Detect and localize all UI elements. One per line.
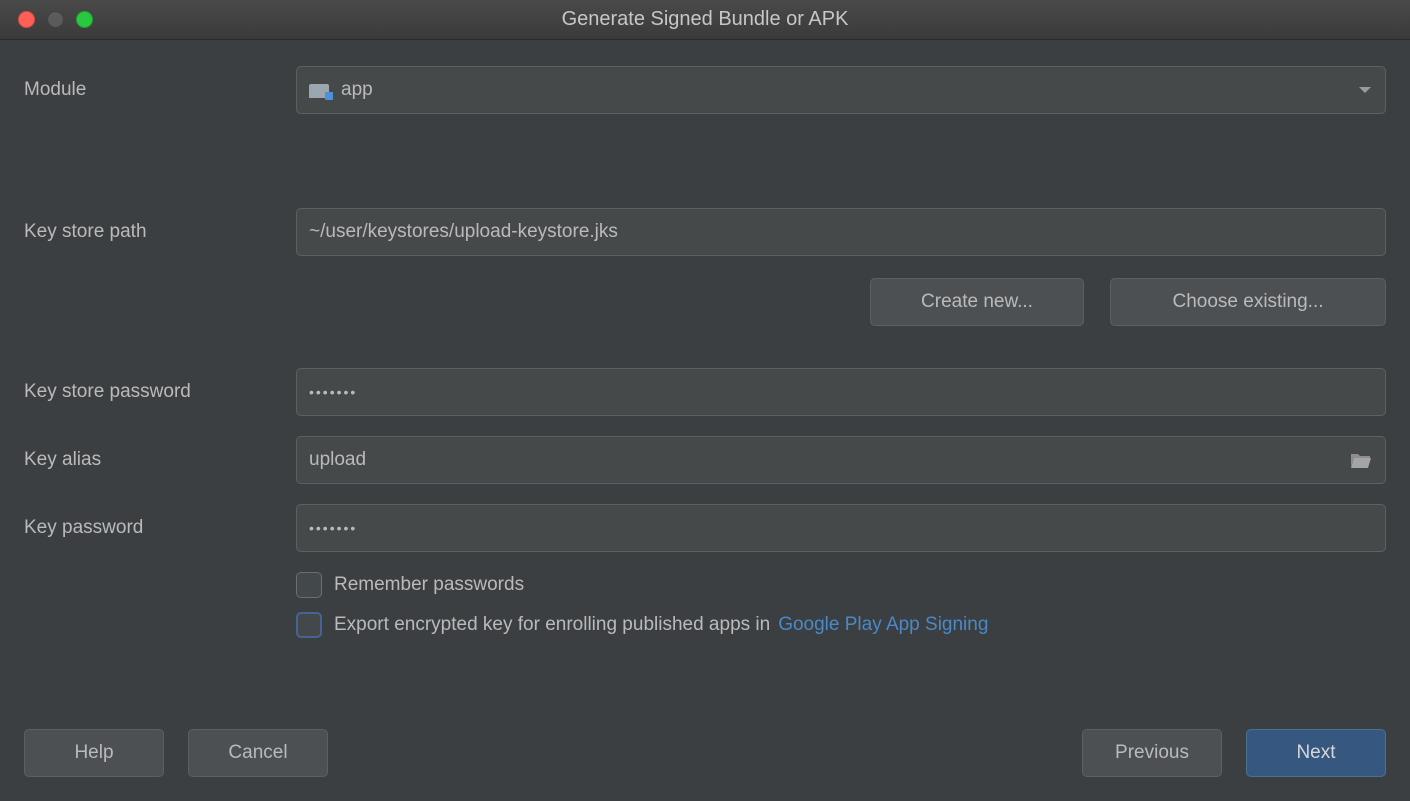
window-controls (18, 11, 93, 28)
key-alias-input[interactable]: upload (296, 436, 1386, 484)
chevron-down-icon (1359, 87, 1371, 93)
footer: Help Cancel Previous Next (24, 729, 1386, 777)
module-label: Module (24, 79, 296, 101)
cancel-label: Cancel (228, 742, 287, 764)
keystore-path-label: Key store path (24, 221, 296, 243)
cancel-button[interactable]: Cancel (188, 729, 328, 777)
previous-label: Previous (1115, 742, 1189, 764)
key-alias-label: Key alias (24, 449, 296, 471)
keystore-password-label: Key store password (24, 381, 296, 403)
module-row: Module app (24, 66, 1386, 114)
export-key-label: Export encrypted key for enrolling publi… (334, 614, 770, 636)
choose-existing-label: Choose existing... (1172, 291, 1323, 313)
google-play-link[interactable]: Google Play App Signing (778, 614, 988, 636)
previous-button[interactable]: Previous (1082, 729, 1222, 777)
close-window-button[interactable] (18, 11, 35, 28)
window-title: Generate Signed Bundle or APK (0, 8, 1410, 31)
key-password-label: Key password (24, 517, 296, 539)
remember-passwords-row: Remember passwords (296, 572, 1386, 598)
module-folder-icon (309, 82, 331, 98)
help-label: Help (74, 742, 113, 764)
module-value: app (341, 79, 373, 101)
export-key-row: Export encrypted key for enrolling publi… (296, 612, 1386, 638)
remember-passwords-label: Remember passwords (334, 574, 524, 596)
keystore-path-value: ~/user/keystores/upload-keystore.jks (309, 221, 618, 243)
key-password-row: Key password ••••••• (24, 504, 1386, 552)
keystore-path-row: Key store path ~/user/keystores/upload-k… (24, 208, 1386, 256)
key-password-value: ••••••• (309, 520, 357, 536)
remember-passwords-checkbox[interactable] (296, 572, 322, 598)
next-button[interactable]: Next (1246, 729, 1386, 777)
keystore-password-input[interactable]: ••••••• (296, 368, 1386, 416)
create-new-label: Create new... (921, 291, 1033, 313)
titlebar: Generate Signed Bundle or APK (0, 0, 1410, 40)
minimize-window-button[interactable] (47, 11, 64, 28)
open-folder-icon[interactable] (1350, 451, 1372, 469)
create-new-button[interactable]: Create new... (870, 278, 1084, 326)
module-dropdown[interactable]: app (296, 66, 1386, 114)
next-label: Next (1296, 742, 1335, 764)
zoom-window-button[interactable] (76, 11, 93, 28)
keystore-path-input[interactable]: ~/user/keystores/upload-keystore.jks (296, 208, 1386, 256)
keystore-password-value: ••••••• (309, 384, 357, 400)
help-button[interactable]: Help (24, 729, 164, 777)
choose-existing-button[interactable]: Choose existing... (1110, 278, 1386, 326)
export-key-checkbox[interactable] (296, 612, 322, 638)
key-alias-value: upload (309, 449, 366, 471)
key-password-input[interactable]: ••••••• (296, 504, 1386, 552)
key-alias-row: Key alias upload (24, 436, 1386, 484)
keystore-password-row: Key store password ••••••• (24, 368, 1386, 416)
